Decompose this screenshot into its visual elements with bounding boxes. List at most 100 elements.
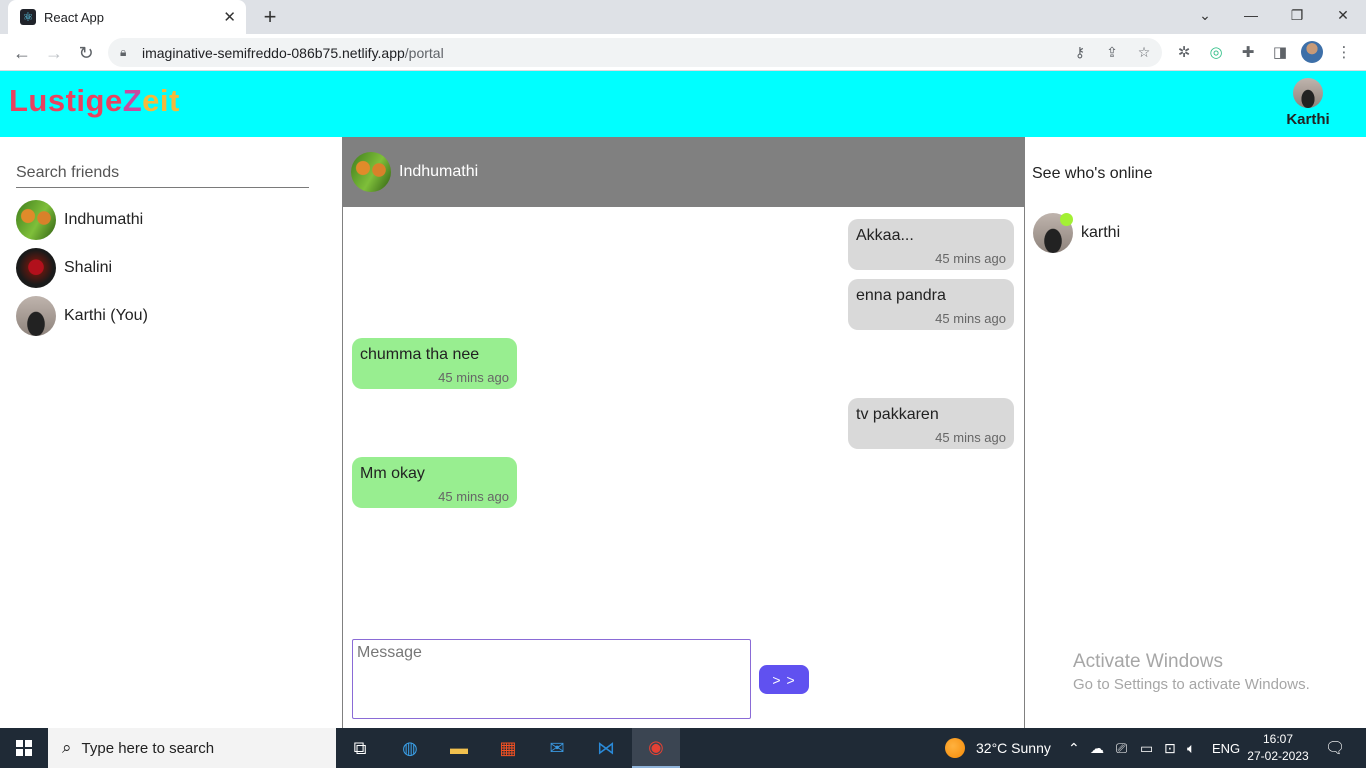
share-icon[interactable]: ⇪: [1104, 44, 1120, 60]
onedrive-icon[interactable]: ☁: [1090, 728, 1104, 768]
network-icon[interactable]: ⊡: [1164, 728, 1176, 768]
message-time: 45 mins ago: [935, 430, 1006, 445]
windows-taskbar: ⌕ Type here to search ⧉ ◍ ▬ ▦ ✉ ⋈ ◉ 32°C…: [0, 728, 1366, 768]
notifications-icon[interactable]: 🗨︎: [1325, 728, 1345, 768]
back-icon[interactable]: ←: [9, 40, 35, 66]
friend-avatar: [16, 296, 56, 336]
vscode-icon[interactable]: ⋈: [582, 728, 630, 768]
new-tab-button[interactable]: +: [258, 5, 282, 29]
start-button[interactable]: [0, 728, 48, 768]
browser-tab[interactable]: ⚛ React App ✕: [8, 0, 246, 34]
url-host: imaginative-semifreddo-086b75.netlify.ap…: [142, 44, 405, 61]
friend-avatar: [16, 200, 56, 240]
taskbar-search-placeholder: Type here to search: [81, 739, 215, 757]
chat-panel: Indhumathi Akkaa... 45 mins ago enna pan…: [342, 137, 1025, 728]
online-title: See who's online: [1032, 165, 1153, 182]
lock-icon: 🔒︎: [120, 45, 127, 59]
weather-widget[interactable]: 32°C Sunny: [945, 728, 1051, 768]
tray-device-icon[interactable]: ⎚: [1116, 728, 1127, 768]
tray-chevron-icon[interactable]: ⌃: [1068, 728, 1080, 768]
message-text: chumma tha nee: [360, 346, 480, 363]
online-user-name: karthi: [1081, 224, 1121, 241]
message-text: Akkaa...: [856, 227, 914, 244]
message-outgoing: Akkaa... 45 mins ago: [848, 219, 1014, 270]
tab-title: React App: [44, 9, 104, 25]
message-text: Mm okay: [360, 465, 425, 482]
menu-dots-icon[interactable]: ⋮: [1334, 42, 1354, 62]
microsoft-store-icon[interactable]: ▦: [484, 728, 532, 768]
extensions-puzzle-icon[interactable]: ✚: [1238, 42, 1258, 62]
logo-part-1: Lustige: [9, 83, 123, 118]
restore-icon[interactable]: ❐: [1274, 0, 1320, 30]
taskbar-search[interactable]: ⌕ Type here to search: [48, 728, 336, 768]
message-text: tv pakkaren: [856, 406, 939, 423]
app-logo[interactable]: LustigeZeit: [9, 83, 180, 119]
volume-icon[interactable]: 🔈︎: [1187, 728, 1195, 768]
close-window-icon[interactable]: ✕: [1320, 0, 1366, 30]
message-outgoing: tv pakkaren 45 mins ago: [848, 398, 1014, 449]
friend-avatar: [16, 248, 56, 288]
current-user-name: Karthi: [1286, 111, 1330, 128]
url-text: imaginative-semifreddo-086b75.netlify.ap…: [142, 45, 444, 61]
browser-toolbar: ← → ↻ 🔒︎ imaginative-semifreddo-086b75.n…: [0, 34, 1366, 71]
extension-bug-icon[interactable]: ✲: [1174, 42, 1194, 62]
side-panel-icon[interactable]: ◨: [1270, 42, 1290, 62]
online-panel: See who's online karthi Activate Windows…: [1025, 137, 1366, 728]
chrome-icon[interactable]: ◉: [632, 728, 680, 768]
logo-part-2: Z: [122, 83, 143, 118]
bookmark-star-icon[interactable]: ☆: [1136, 44, 1152, 60]
friend-name: Indhumathi: [64, 211, 144, 228]
clock-date: 27-02-2023: [1247, 749, 1309, 763]
friend-item[interactable]: Indhumathi: [16, 200, 316, 240]
current-user[interactable]: Karthi: [1282, 78, 1334, 128]
message-time: 45 mins ago: [438, 370, 509, 385]
logo-part-3: eit: [142, 83, 180, 118]
message-outgoing: enna pandra 45 mins ago: [848, 279, 1014, 330]
file-explorer-icon[interactable]: ▬: [435, 728, 483, 768]
tab-search-icon[interactable]: ⌄: [1182, 0, 1228, 30]
task-view-icon[interactable]: ⧉: [336, 728, 384, 768]
chat-contact-name: Indhumathi: [399, 163, 479, 180]
battery-icon[interactable]: ▭: [1140, 728, 1153, 768]
chat-contact-avatar: [351, 152, 391, 192]
message-input[interactable]: [352, 639, 751, 719]
friends-sidebar: Indhumathi Shalini Karthi (You): [0, 137, 342, 728]
browser-profile-avatar[interactable]: [1301, 41, 1323, 63]
friend-name: Shalini: [64, 259, 113, 276]
send-button[interactable]: > >: [759, 665, 809, 694]
minimize-icon[interactable]: —: [1228, 0, 1274, 30]
watermark-line-2: Go to Settings to activate Windows.: [1073, 676, 1310, 693]
friend-item[interactable]: Karthi (You): [16, 296, 316, 336]
message-incoming: chumma tha nee 45 mins ago: [352, 338, 517, 389]
forward-icon[interactable]: →: [41, 40, 67, 66]
key-icon[interactable]: ⚷: [1072, 44, 1088, 60]
friend-item[interactable]: Shalini: [16, 248, 316, 288]
edge-icon[interactable]: ◍: [386, 728, 434, 768]
friend-name: Karthi (You): [64, 307, 148, 324]
online-status-dot: [1060, 213, 1073, 226]
online-user[interactable]: karthi: [1033, 213, 1120, 253]
message-incoming: Mm okay 45 mins ago: [352, 457, 517, 508]
address-bar[interactable]: 🔒︎ imaginative-semifreddo-086b75.netlify…: [108, 38, 1162, 67]
app-header: LustigeZeit Karthi: [0, 71, 1366, 137]
weather-text: 32°C Sunny: [976, 740, 1051, 756]
windows-icon: [16, 740, 32, 756]
mail-icon[interactable]: ✉: [533, 728, 581, 768]
react-icon: ⚛: [20, 9, 36, 25]
chat-header: Indhumathi: [343, 137, 1024, 207]
close-tab-icon[interactable]: ✕: [223, 8, 236, 26]
extension-circle-icon[interactable]: ◎: [1206, 42, 1226, 62]
watermark-line-1: Activate Windows: [1073, 651, 1223, 672]
reload-icon[interactable]: ↻: [73, 40, 99, 66]
sun-icon: [945, 738, 965, 758]
language-indicator[interactable]: ENG: [1212, 728, 1240, 768]
clock-time: 16:07: [1262, 732, 1294, 746]
browser-tab-bar: ⚛ React App ✕ + ⌄ — ❐ ✕: [0, 0, 1366, 34]
message-time: 45 mins ago: [935, 311, 1006, 326]
search-icon: ⌕: [62, 738, 72, 757]
message-text: enna pandra: [856, 287, 946, 304]
search-friends-input[interactable]: [16, 159, 309, 188]
taskbar-clock[interactable]: 16:07 27-02-2023: [1246, 731, 1310, 765]
current-user-avatar: [1293, 78, 1323, 108]
url-path: /portal: [404, 44, 444, 61]
